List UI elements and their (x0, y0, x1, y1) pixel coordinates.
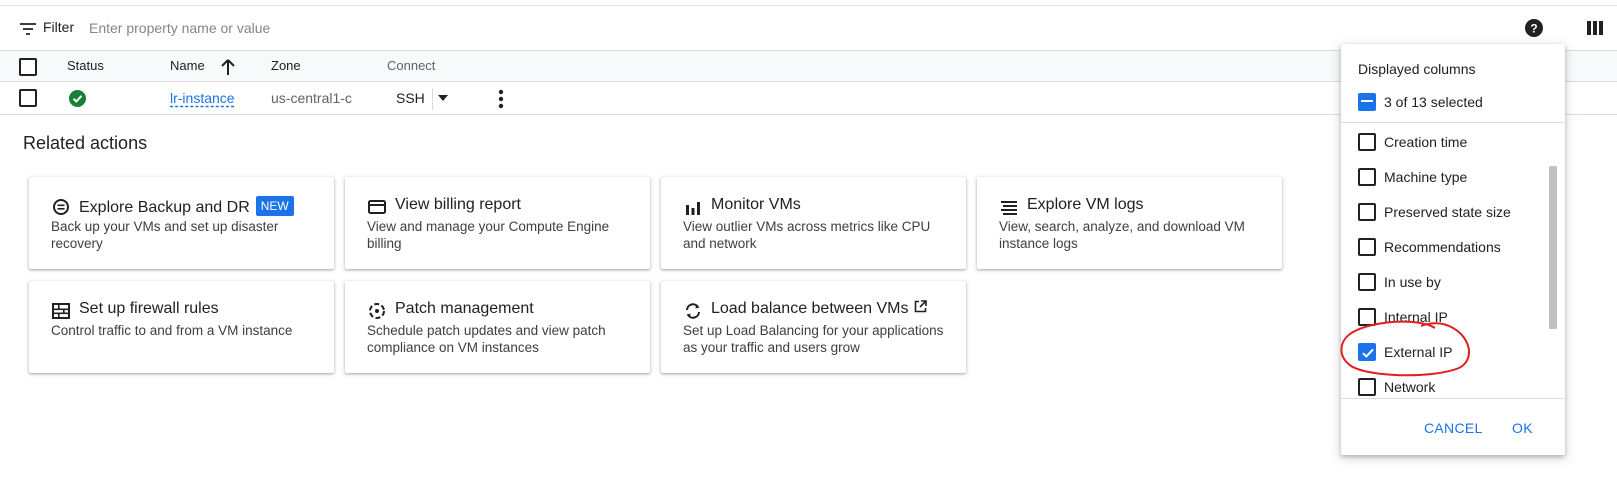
column-option-label: External IP (1384, 344, 1453, 360)
card-title-text: Load balance between VMs (711, 300, 909, 317)
firewall-icon (52, 303, 70, 319)
select-all-checkbox[interactable] (19, 58, 37, 76)
column-option-external-ip[interactable]: External IP (1341, 333, 1549, 368)
column-option-machine-type[interactable]: Machine type (1341, 158, 1549, 193)
card-title: Monitor VMs (711, 196, 801, 213)
column-option-in-use-by[interactable]: In use by (1341, 263, 1549, 298)
card-title: Explore VM logs (1027, 196, 1144, 213)
column-option-label: Network (1384, 379, 1436, 395)
column-option-label: In use by (1384, 274, 1441, 290)
card-title: Explore Backup and DR NEW (79, 196, 294, 217)
instance-name-link[interactable]: lr-instance (170, 90, 235, 106)
sort-ascending-icon[interactable] (220, 58, 236, 76)
column-checkbox-checked[interactable] (1358, 343, 1376, 361)
column-options-list[interactable]: Creation time Machine type Preserved sta… (1341, 123, 1565, 398)
column-option-label: Preserved state size (1384, 204, 1511, 220)
column-option-internal-ip[interactable]: Internal IP (1341, 298, 1549, 333)
card-description: View and manage your Compute Engine bill… (367, 219, 610, 251)
column-checkbox[interactable] (1358, 133, 1376, 151)
help-icon[interactable]: ? (1525, 19, 1543, 37)
column-option-preserved-state-size[interactable]: Preserved state size (1341, 193, 1549, 228)
cancel-button[interactable]: CANCEL (1424, 420, 1483, 436)
filter-icon[interactable] (20, 23, 36, 35)
column-option-label: Machine type (1384, 169, 1468, 185)
ssh-button[interactable]: SSH (396, 90, 425, 106)
column-display-icon[interactable] (1587, 20, 1603, 36)
column-option-label: Creation time (1384, 134, 1468, 150)
column-option-recommendations[interactable]: Recommendations (1341, 228, 1549, 263)
card-title: Load balance between VMs (711, 300, 928, 318)
column-option-label: Internal IP (1384, 309, 1448, 325)
displayed-columns-panel: Displayed columns 3 of 13 selected Creat… (1341, 44, 1565, 455)
billing-icon (368, 200, 386, 214)
card-description: Back up your VMs and set up disaster rec… (51, 219, 279, 251)
card-explore-vm-logs[interactable]: Explore VM logs View, search, analyze, a… (977, 177, 1282, 269)
column-option-label: Recommendations (1384, 239, 1501, 255)
backup-icon (53, 199, 69, 215)
panel-footer-divider (1341, 398, 1565, 399)
connect-column-header: Connect (387, 58, 436, 73)
status-column-header[interactable]: Status (67, 58, 104, 73)
patch-icon (369, 303, 385, 319)
load-balance-icon (686, 303, 700, 319)
panel-title: Displayed columns (1358, 61, 1476, 77)
filter-label: Filter (43, 19, 75, 35)
card-title: Set up firewall rules (79, 300, 219, 317)
ssh-divider (432, 88, 433, 110)
card-title: View billing report (395, 196, 521, 213)
column-checkbox[interactable] (1358, 308, 1376, 326)
card-description: Set up Load Balancing for your applicati… (683, 323, 944, 355)
card-description: View outlier VMs across metrics like CPU… (683, 219, 931, 251)
name-column-header[interactable]: Name (170, 58, 205, 73)
panel-scrollbar[interactable] (1549, 166, 1557, 329)
status-running-icon (69, 90, 86, 107)
card-firewall-rules[interactable]: Set up firewall rules Control traffic to… (29, 281, 334, 373)
column-checkbox[interactable] (1358, 238, 1376, 256)
new-badge: NEW (255, 196, 294, 216)
svg-text:?: ? (1530, 22, 1537, 36)
selected-count: 3 of 13 selected (1384, 94, 1483, 110)
card-load-balance[interactable]: Load balance between VMs Set up Load Bal… (661, 281, 966, 373)
check-icon (1362, 348, 1374, 358)
ssh-dropdown-icon[interactable] (438, 94, 448, 102)
column-checkbox[interactable] (1358, 168, 1376, 186)
column-option-creation-time[interactable]: Creation time (1341, 123, 1549, 158)
row-checkbox[interactable] (19, 89, 37, 107)
instance-zone: us-central1-c (271, 90, 352, 106)
external-link-icon (915, 300, 928, 313)
column-checkbox[interactable] (1358, 273, 1376, 291)
ok-button[interactable]: OK (1512, 420, 1533, 436)
card-description: Control traffic to and from a VM instanc… (51, 323, 293, 338)
card-description: View, search, analyze, and download VM i… (999, 219, 1245, 251)
card-explore-backup[interactable]: Explore Backup and DR NEW Back up your VM… (29, 177, 334, 269)
bar-chart-icon (686, 202, 700, 215)
card-title-text: Explore Backup and DR (79, 199, 250, 216)
card-description: Schedule patch updates and view patch co… (367, 323, 606, 355)
column-option-network[interactable]: Network (1341, 368, 1549, 398)
card-monitor-vms[interactable]: Monitor VMs View outlier VMs across metr… (661, 177, 966, 269)
column-checkbox[interactable] (1358, 378, 1376, 396)
more-actions-icon[interactable] (497, 88, 505, 110)
select-all-columns-checkbox[interactable] (1358, 93, 1376, 111)
card-title: Patch management (395, 300, 534, 317)
card-patch-management[interactable]: Patch management Schedule patch updates … (345, 281, 650, 373)
card-view-billing[interactable]: View billing report View and manage your… (345, 177, 650, 269)
related-actions-heading: Related actions (23, 133, 148, 153)
column-checkbox[interactable] (1358, 203, 1376, 221)
logs-icon (1001, 201, 1017, 215)
filter-input[interactable] (89, 17, 789, 39)
zone-column-header[interactable]: Zone (271, 58, 301, 73)
